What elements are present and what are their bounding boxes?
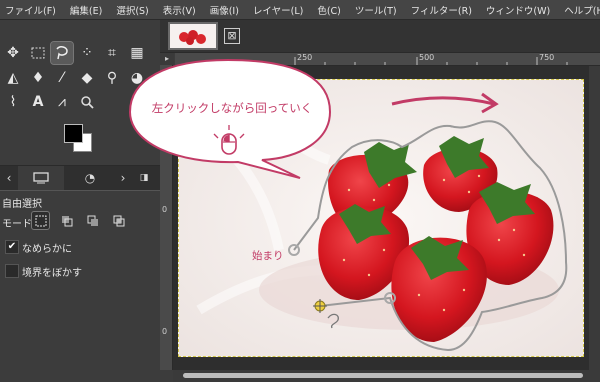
clone-tool-icon[interactable]: ⚲: [101, 67, 123, 89]
image-tab-bar: ⊠: [160, 20, 600, 53]
quick-mask-toggle-icon[interactable]: ▸: [160, 53, 174, 65]
menu-filters[interactable]: フィルター(R): [411, 3, 472, 17]
mode-replace-icon[interactable]: [31, 211, 50, 230]
mode-label: モード:: [2, 219, 36, 230]
menu-color[interactable]: 色(C): [317, 3, 341, 17]
mode-subtract-icon[interactable]: [84, 212, 101, 229]
move-tool-icon[interactable]: ✥: [2, 42, 24, 64]
text-tool-icon[interactable]: A: [27, 91, 49, 113]
bubble-text: 左クリックしながら回っていく: [151, 101, 313, 115]
rect-select-tool-icon[interactable]: [27, 42, 49, 64]
menu-select[interactable]: 選択(S): [116, 3, 148, 17]
smudge-tool-icon[interactable]: ◕: [126, 67, 148, 89]
dock-tab-bar: ‹ ◔ › ◨: [0, 165, 160, 191]
bucket-fill-tool-icon[interactable]: ◭: [2, 67, 24, 89]
ruler-label-750: 750: [539, 53, 555, 62]
eraser-tool-icon[interactable]: ◆: [76, 67, 98, 89]
vertical-scrollbar[interactable]: [589, 66, 600, 370]
menu-file[interactable]: ファイル(F): [5, 3, 56, 17]
zoom-tool-icon[interactable]: [76, 91, 98, 113]
strawberry-image[interactable]: [178, 79, 584, 357]
menu-help[interactable]: ヘルプ(H): [564, 3, 600, 17]
foreground-color-swatch[interactable]: [64, 124, 83, 143]
feather-edges-label: 境界をぼかす: [22, 268, 82, 279]
dock-left-arrow-icon[interactable]: ‹: [2, 166, 16, 190]
image-thumbnail[interactable]: [168, 22, 218, 50]
menu-bar: ファイル(F) 編集(E) 選択(S) 表示(V) 画像(I) レイヤー(L) …: [0, 0, 600, 20]
dock-menu-icon[interactable]: ◨: [136, 166, 152, 190]
tool-options-tab-icon[interactable]: [18, 166, 64, 190]
transform-tool-icon[interactable]: ▦: [126, 42, 148, 64]
horizontal-ruler: 250 500 750: [175, 53, 600, 66]
menu-tools[interactable]: ツール(T): [355, 3, 397, 17]
horizontal-scrollbar[interactable]: [173, 370, 600, 382]
menu-layer[interactable]: レイヤー(L): [253, 3, 303, 17]
dock-right-arrow-icon[interactable]: ›: [116, 166, 130, 190]
paintbrush-tool-icon[interactable]: ⁄: [51, 67, 73, 89]
menu-edit[interactable]: 編集(E): [70, 3, 102, 17]
ruler-label-250: 250: [297, 53, 313, 62]
crop-tool-icon[interactable]: ⌗: [101, 42, 123, 64]
device-status-tab-icon[interactable]: ◔: [70, 166, 110, 190]
antialias-label: なめらかに: [22, 244, 72, 255]
vruler-label-b: 0: [162, 327, 168, 336]
ruler-label-500: 500: [419, 53, 435, 62]
close-image-tab-icon[interactable]: ⊠: [224, 28, 240, 44]
fg-bg-colors[interactable]: [64, 124, 92, 152]
menu-view[interactable]: 表示(V): [163, 3, 196, 17]
menu-image[interactable]: 画像(I): [210, 3, 239, 17]
start-label: 始まり: [252, 250, 284, 262]
paths-tool-icon[interactable]: ⌇: [2, 91, 24, 113]
free-select-tool-icon[interactable]: [50, 41, 74, 65]
fuzzy-select-tool-icon[interactable]: ⁘: [76, 42, 98, 64]
mode-intersect-icon[interactable]: [110, 212, 127, 229]
mode-add-icon[interactable]: [58, 212, 75, 229]
tool-options-title: 自由選択: [2, 199, 42, 210]
color-picker-tool-icon[interactable]: ⩘: [51, 91, 73, 113]
vruler-label-a: 0: [162, 205, 168, 214]
antialias-checkbox[interactable]: ✔: [5, 240, 19, 254]
menu-windows[interactable]: ウィンドウ(W): [486, 3, 550, 17]
paint-tool-icon[interactable]: ♦: [27, 67, 49, 89]
feather-edges-checkbox[interactable]: [5, 264, 19, 278]
